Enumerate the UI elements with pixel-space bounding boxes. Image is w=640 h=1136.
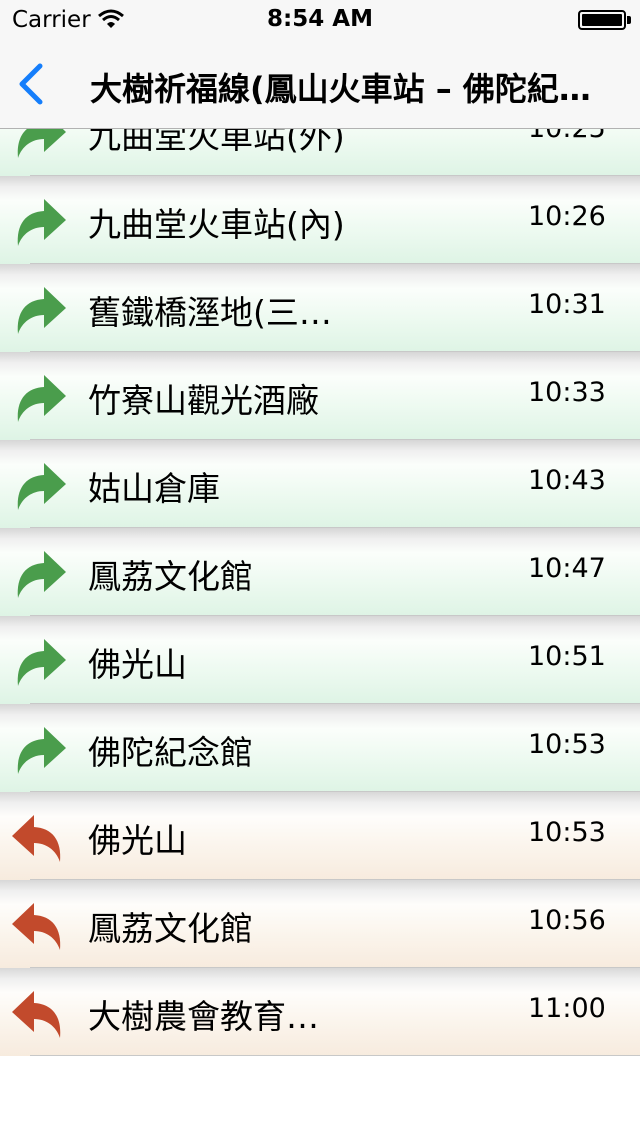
stop-row[interactable]: 佛陀紀念館 10:53 [0, 704, 640, 792]
stop-row[interactable]: 竹寮山觀光酒廠 10:33 [0, 352, 640, 440]
stop-time: 10:53 [528, 729, 606, 760]
battery-icon [578, 10, 626, 30]
forward-arrow-icon [10, 458, 68, 512]
stop-time: 10:33 [528, 377, 606, 408]
stop-row[interactable]: 佛光山 10:51 [0, 616, 640, 704]
return-arrow-icon [10, 986, 68, 1040]
stop-name: 大樹農會教育… [88, 997, 319, 1036]
stop-row[interactable]: 鳳荔文化館 10:56 [0, 880, 640, 968]
stop-name: 九曲堂火車站(內) [88, 205, 345, 244]
back-chevron-icon[interactable] [10, 60, 60, 108]
stop-name: 竹寮山觀光酒廠 [88, 381, 319, 420]
forward-arrow-icon [10, 546, 68, 600]
stop-name: 佛光山 [88, 645, 187, 684]
stop-name: 姑山倉庫 [88, 469, 220, 508]
stop-time: 11:00 [528, 993, 606, 1024]
battery-tip [627, 16, 631, 24]
stop-row[interactable]: 九曲堂火車站(內) 10:26 [0, 176, 640, 264]
stop-name: 舊鐵橋溼地(三… [88, 293, 332, 332]
forward-arrow-icon [10, 370, 68, 424]
status-time: 8:54 AM [267, 6, 373, 32]
page-title: 大樹祈福線(鳳山火車站 – 佛陀紀… [90, 70, 591, 108]
stop-row[interactable]: 大樹農會教育… 11:00 [0, 968, 640, 1056]
stop-time: 10:53 [528, 817, 606, 848]
stop-list[interactable]: 鳳山轉運站(捷…10:06九曲堂火車站(外)10:25九曲堂火車站(內)10:2… [0, 41, 640, 1136]
return-arrow-icon [10, 898, 68, 952]
stop-time: 10:31 [528, 289, 606, 320]
forward-arrow-icon [10, 194, 68, 248]
forward-arrow-icon [10, 634, 68, 688]
status-bar: Carrier 8:54 AM [0, 0, 640, 40]
stop-name: 鳳荔文化館 [88, 557, 253, 596]
navigation-bar: 大樹祈福線(鳳山火車站 – 佛陀紀… [0, 40, 640, 129]
stop-time: 10:43 [528, 465, 606, 496]
stop-time: 10:47 [528, 553, 606, 584]
forward-arrow-icon [10, 722, 68, 776]
stop-row[interactable]: 姑山倉庫 10:43 [0, 440, 640, 528]
return-arrow-icon [10, 810, 68, 864]
stop-row[interactable]: 舊鐵橋溼地(三… 10:31 [0, 264, 640, 352]
row-separator [30, 1055, 640, 1056]
stop-row[interactable]: 鳳荔文化館 10:47 [0, 528, 640, 616]
stop-name: 鳳荔文化館 [88, 909, 253, 948]
stop-row[interactable]: 佛光山 10:53 [0, 792, 640, 880]
stop-time: 10:51 [528, 641, 606, 672]
stop-name: 佛光山 [88, 821, 187, 860]
stop-name: 佛陀紀念館 [88, 733, 253, 772]
stop-time: 10:56 [528, 905, 606, 936]
stop-time: 10:26 [528, 201, 606, 232]
forward-arrow-icon [10, 282, 68, 336]
